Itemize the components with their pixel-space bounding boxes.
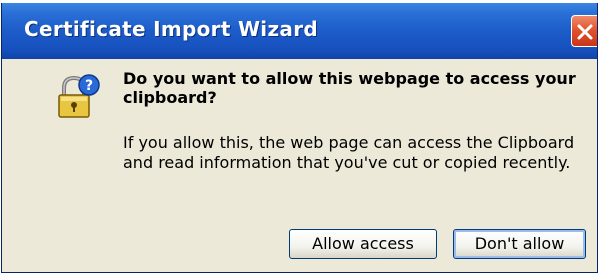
security-lock-question-icon: ?	[54, 73, 102, 121]
message-body: If you allow this, the web page can acce…	[123, 133, 575, 172]
allow-access-button[interactable]: Allow access	[289, 229, 437, 259]
clipboard-access-dialog: Certificate Import Wizard ? Do you want …	[1, 3, 598, 273]
message-title: Do you want to allow this webpage to acc…	[123, 69, 576, 107]
title-bar[interactable]: Certificate Import Wizard	[2, 3, 597, 59]
svg-text:?: ?	[85, 78, 93, 94]
dialog-title: Certificate Import Wizard	[24, 17, 318, 41]
close-button[interactable]	[571, 15, 597, 47]
close-icon	[577, 24, 593, 40]
dont-allow-button[interactable]: Don't allow	[453, 229, 586, 259]
